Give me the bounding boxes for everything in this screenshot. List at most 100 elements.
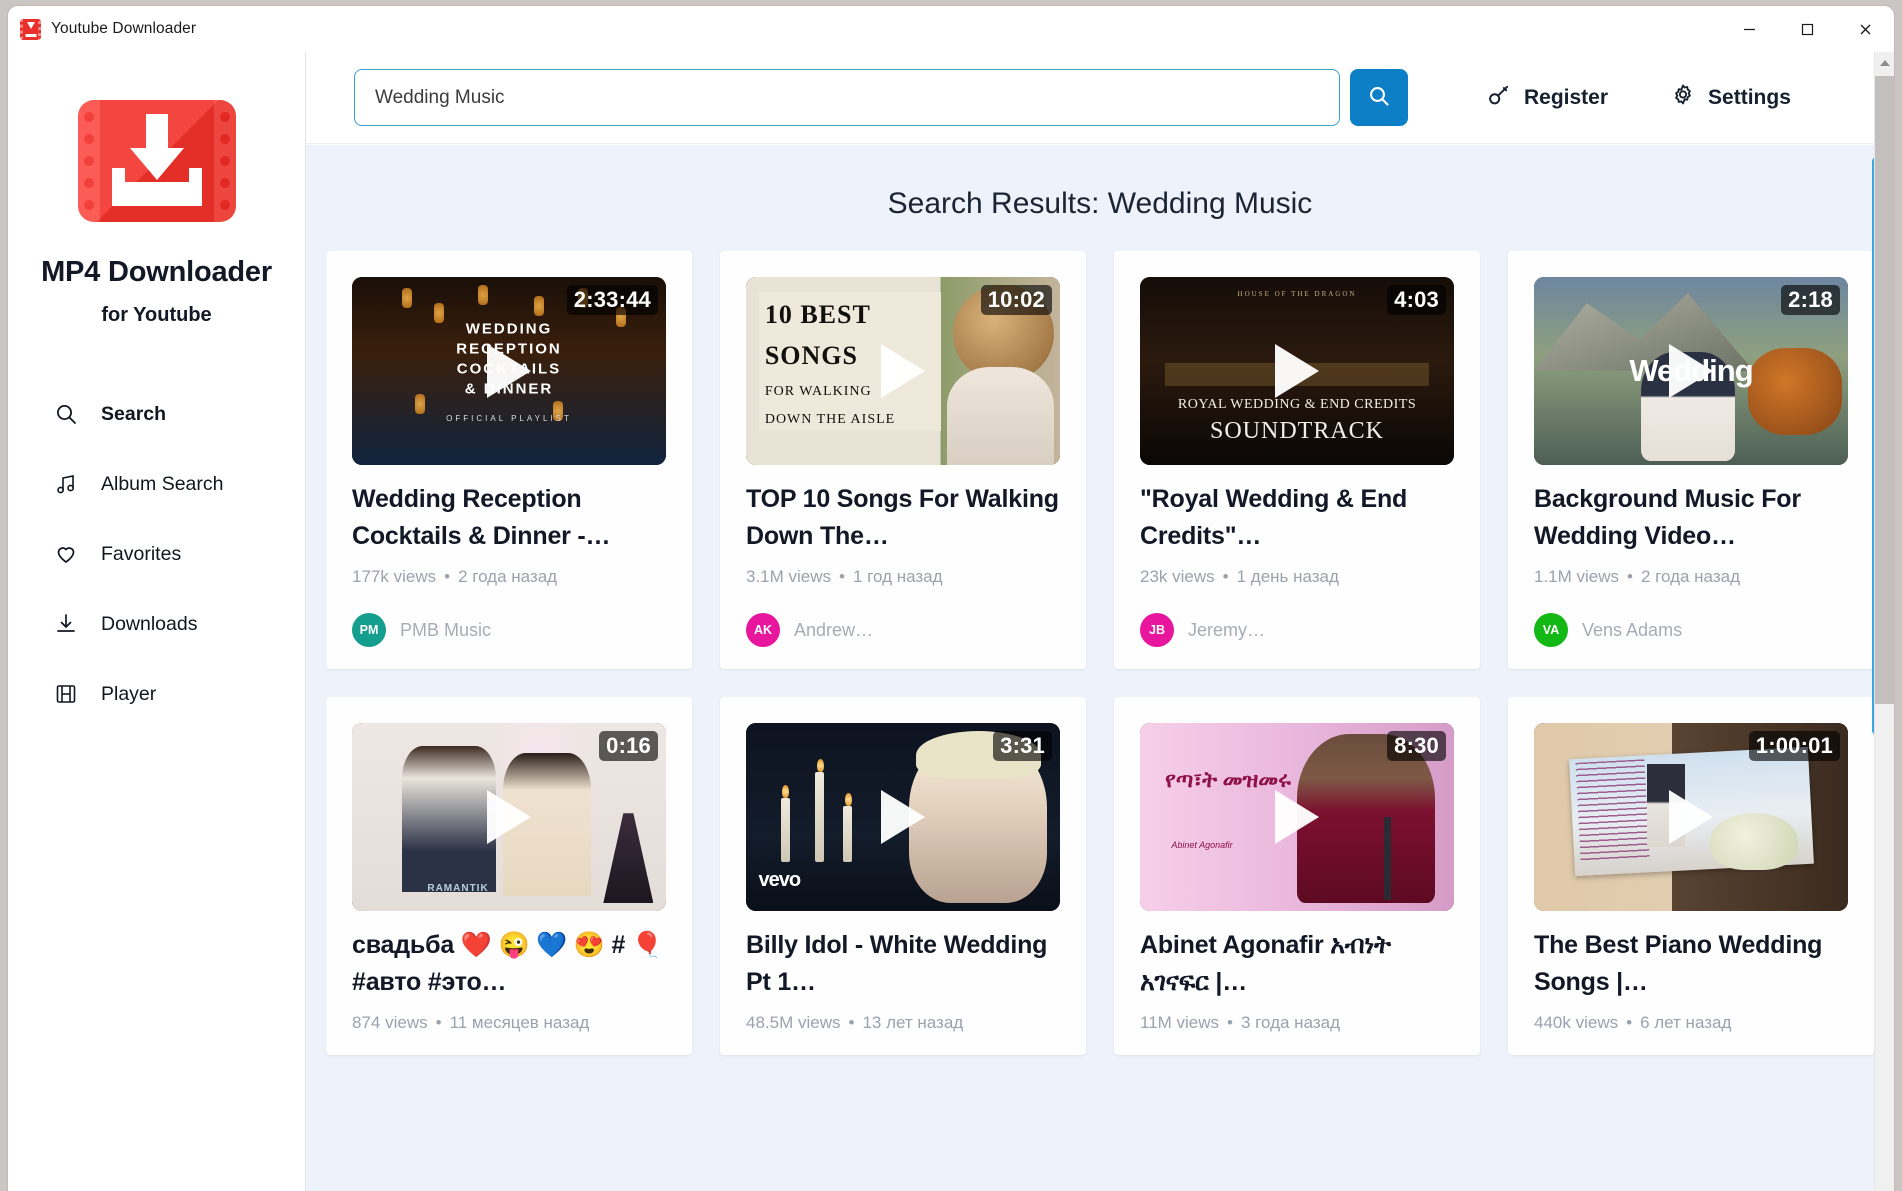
thumbnail-subtext: OFFICIAL PLAYLIST [446,414,572,424]
view-count: 874 views [352,1013,428,1032]
avatar: PM [352,613,386,647]
avatar: JB [1140,613,1174,647]
view-count: 1.1M views [1534,567,1620,586]
video-thumbnail[interactable]: vevo 3:31 [746,723,1060,911]
play-icon [487,344,531,398]
upload-age: 2 года назад [458,567,558,586]
search-bar [354,69,1408,126]
sidebar-item-album-search[interactable]: Album Search [53,449,305,519]
video-thumbnail[interactable]: HOUSE OF THE DRAGON ROYAL WEDDING & END … [1140,277,1454,465]
video-card[interactable]: RAMANTIK 0:16 свадьба ❤️ 😜 💙 😍 # 🎈 #авто… [326,697,692,1055]
video-card[interactable]: 1:00:01 The Best Piano Wedding Songs |… … [1508,697,1874,1055]
play-icon [1669,344,1713,398]
upload-age: 1 день назад [1236,567,1339,586]
register-label: Register [1524,85,1609,109]
duration-badge: 8:30 [1387,731,1446,761]
video-thumbnail[interactable]: WEDDING RECEPTION COCKTAILS & DINNER OFFICI… [352,277,666,465]
brand-subtitle: for Youtube [101,304,212,326]
video-title: Wedding Reception Cocktails & Dinner -… [352,485,611,550]
video-thumbnail[interactable]: Wedding 2:18 [1534,277,1848,465]
video-meta: 11M views • 3 года назад [1140,1013,1454,1033]
window-controls [1720,6,1894,52]
minimize-button[interactable] [1720,6,1778,52]
avatar: AK [746,613,780,647]
window-scrollbar-thumb[interactable] [1875,76,1894,704]
play-icon [881,790,925,844]
sidebar-item-player[interactable]: Player [53,659,305,729]
video-title: Billy Idol - White Wedding Pt 1… [746,931,1048,996]
header-actions: Register Settings [1486,82,1791,114]
channel-name: PMB Music [400,619,492,640]
video-meta: 440k views • 6 лет назад [1534,1013,1848,1033]
upload-age: 6 лет назад [1640,1013,1732,1032]
video-title: свадьба ❤️ 😜 💙 😍 # 🎈 #авто #это… [352,931,663,996]
channel-row[interactable]: PM PMB Music [352,613,666,647]
video-card[interactable]: HOUSE OF THE DRAGON ROYAL WEDDING & END … [1114,251,1480,669]
music-note-icon [53,471,79,497]
channel-row[interactable]: AK Andrew… [746,613,1060,647]
video-meta: 1.1M views • 2 года назад [1534,567,1848,587]
window-scrollbar[interactable] [1874,52,1894,1191]
upload-age: 11 месяцев назад [449,1013,590,1032]
duration-badge: 3:31 [993,731,1052,761]
video-thumbnail[interactable]: የጣ፣ት መዝመሩ Abinet Agonafir 8:30 [1140,723,1454,911]
sidebar-item-favorites[interactable]: Favorites [53,519,305,589]
channel-row[interactable]: JB Jeremy… [1140,613,1454,647]
close-button[interactable] [1836,6,1894,52]
scroll-up-arrow-icon[interactable] [1879,60,1890,66]
key-icon [1486,82,1512,114]
results-grid: WEDDING RECEPTION COCKTAILS & DINNER OFFICI… [306,251,1894,1055]
sidebar-item-search[interactable]: Search [53,379,305,449]
gear-icon [1670,82,1696,114]
meta-separator: • [848,1013,855,1032]
avatar: VA [1534,613,1568,647]
video-thumbnail[interactable]: 1:00:01 [1534,723,1848,911]
play-icon [487,790,531,844]
video-card[interactable]: WEDDING RECEPTION COCKTAILS & DINNER OFFICI… [326,251,692,669]
app-window: Youtube Downloader MP4 Downloader for Yo… [8,6,1894,1191]
sidebar-item-label: Player [101,682,157,705]
thumbnail-text: የጣ፣ት መዝመሩ [1165,767,1291,793]
duration-badge: 4:03 [1387,285,1446,315]
meta-separator: • [435,1013,442,1032]
film-icon [53,681,79,707]
title-bar: Youtube Downloader [8,6,1894,52]
search-input[interactable] [354,69,1340,126]
mp4-downloader-logo-icon [77,100,236,222]
video-thumbnail[interactable]: 10 BEST SONGS FOR WALKING DOWN THE AISLE… [746,277,1060,465]
channel-name: Jeremy… [1188,619,1266,640]
video-title: Background Music For Wedding Video… [1534,485,1801,550]
video-card[interactable]: Wedding 2:18 Background Music For Weddin… [1508,251,1874,669]
top-bar: Register Settings [306,52,1894,144]
upload-age: 3 года назад [1241,1013,1341,1032]
meta-separator: • [1626,1013,1633,1032]
window-title: Youtube Downloader [51,20,197,37]
view-count: 23k views [1140,567,1215,586]
video-meta: 3.1M views • 1 год назад [746,567,1060,587]
register-button[interactable]: Register [1486,82,1608,114]
meta-separator: • [444,567,451,586]
search-submit-button[interactable] [1350,69,1408,126]
video-thumbnail[interactable]: RAMANTIK 0:16 [352,723,666,911]
duration-badge: 10:02 [980,285,1052,315]
channel-row[interactable]: VA Vens Adams [1534,613,1848,647]
view-count: 440k views [1534,1013,1619,1032]
meta-separator: • [839,567,845,586]
video-card[interactable]: vevo 3:31 Billy Idol - White Wedding Pt … [720,697,1086,1055]
settings-button[interactable]: Settings [1670,82,1791,114]
thumbnail-text: HOUSE OF THE DRAGON [1237,290,1357,299]
results-heading: Search Results: Wedding Music [887,187,1313,220]
results-pane: Search Results: Wedding Music WEDDING REC… [306,145,1894,1191]
duration-badge: 0:16 [599,731,658,761]
sidebar-item-downloads[interactable]: Downloads [53,589,305,659]
maximize-button[interactable] [1778,6,1836,52]
play-icon [1669,790,1713,844]
video-card[interactable]: 10 BEST SONGS FOR WALKING DOWN THE AISLE… [720,251,1086,669]
view-count: 3.1M views [746,567,832,586]
sidebar-item-label: Favorites [101,542,182,565]
video-meta: 874 views • 11 месяцев назад [352,1013,666,1033]
video-card[interactable]: የጣ፣ት መዝመሩ Abinet Agonafir 8:30 Abinet Ag… [1114,697,1480,1055]
content-area: Register Settings Search Results: Weddin… [306,52,1894,1191]
thumbnail-text: SOUNDTRACK [1209,418,1385,444]
video-title: "Royal Wedding & End Credits"… [1140,485,1408,550]
